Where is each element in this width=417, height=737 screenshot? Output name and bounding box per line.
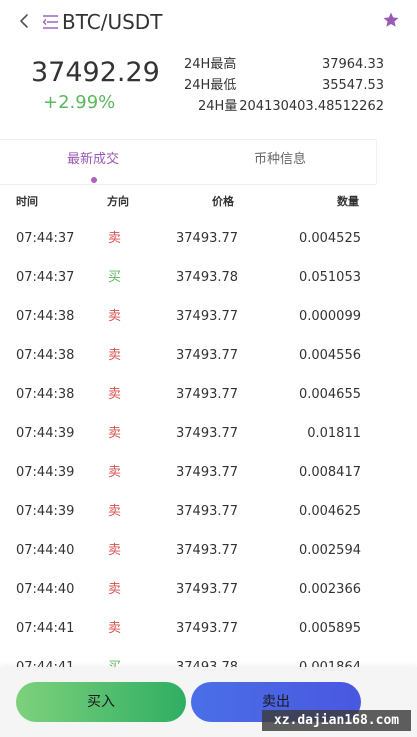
trade-time: 07:44:37 xyxy=(16,270,75,285)
trade-side: 卖 xyxy=(108,543,122,558)
trades-list[interactable]: 07:44:37 卖 37493.77 0.004525 07:44:37 买 … xyxy=(0,220,417,688)
column-header-side: 方向 xyxy=(107,195,129,208)
tab-coin-info[interactable]: 币种信息 xyxy=(254,150,306,170)
trade-qty: 0.004655 xyxy=(298,387,361,402)
trade-price: 37493.77 xyxy=(176,465,239,480)
trade-side: 买 xyxy=(108,270,122,285)
back-button[interactable] xyxy=(16,9,34,33)
trade-side: 卖 xyxy=(108,504,122,519)
trade-price: 37493.77 xyxy=(176,348,239,363)
trade-time: 07:44:40 xyxy=(16,543,75,558)
trade-side: 卖 xyxy=(108,465,122,480)
trade-qty: 0.008417 xyxy=(298,465,361,480)
trade-price: 37493.77 xyxy=(176,309,239,324)
last-price: 37492.29 xyxy=(31,57,160,88)
trade-time: 07:44:41 xyxy=(16,621,75,636)
volume-value: 204130403.48512262 xyxy=(239,99,384,114)
trade-qty: 0.004556 xyxy=(298,348,361,363)
trade-time: 07:44:40 xyxy=(16,582,75,597)
column-header-time: 时间 xyxy=(16,195,38,208)
volume-label: 24H量 xyxy=(198,99,238,114)
pair-title[interactable]: BTC/USDT xyxy=(62,9,162,35)
trade-time: 07:44:39 xyxy=(16,426,75,441)
header: BTC/USDT xyxy=(0,0,417,44)
trade-price: 37493.77 xyxy=(176,426,239,441)
tab-latest-trades[interactable]: 最新成交 xyxy=(67,150,119,170)
trade-qty: 0.004625 xyxy=(298,504,361,519)
trade-time: 07:44:39 xyxy=(16,465,75,480)
table-row: 07:44:37 卖 37493.77 0.004525 xyxy=(0,220,417,259)
trade-qty: 0.004525 xyxy=(298,231,361,246)
table-row: 07:44:40 卖 37493.77 0.002594 xyxy=(0,532,417,571)
table-row: 07:44:39 卖 37493.77 0.004625 xyxy=(0,493,417,532)
low-value: 35547.53 xyxy=(321,78,384,93)
trade-side: 卖 xyxy=(108,621,122,636)
summary-divider xyxy=(0,139,376,140)
table-row: 07:44:39 卖 37493.77 0.01811 xyxy=(0,415,417,454)
trade-price: 37493.77 xyxy=(176,543,239,558)
trade-price: 37493.78 xyxy=(176,270,239,285)
high-label: 24H最高 xyxy=(184,57,237,72)
trade-price: 37493.77 xyxy=(176,621,239,636)
trade-price: 37493.77 xyxy=(176,504,239,519)
table-row: 07:44:41 卖 37493.77 0.005895 xyxy=(0,610,417,649)
table-row: 07:44:39 卖 37493.77 0.008417 xyxy=(0,454,417,493)
table-row: 07:44:37 买 37493.78 0.051053 xyxy=(0,259,417,298)
star-icon xyxy=(383,12,399,27)
column-header-price: 价格 xyxy=(212,195,234,208)
column-header-qty: 数量 xyxy=(337,195,359,208)
trade-time: 07:44:38 xyxy=(16,309,75,324)
watermark: xz.dajian168.com xyxy=(262,710,411,731)
trade-qty: 0.051053 xyxy=(298,270,361,285)
price-change: +2.99% xyxy=(43,92,116,113)
table-row: 07:44:38 卖 37493.77 0.004655 xyxy=(0,376,417,415)
pair-menu-button[interactable] xyxy=(42,14,60,30)
trade-qty: 0.002594 xyxy=(298,543,361,558)
chevron-left-icon xyxy=(20,14,28,28)
table-row: 07:44:40 卖 37493.77 0.002366 xyxy=(0,571,417,610)
trade-side: 卖 xyxy=(108,387,122,402)
trade-side: 卖 xyxy=(108,231,122,246)
trade-side: 卖 xyxy=(108,348,122,363)
trade-qty: 0.005895 xyxy=(298,621,361,636)
trade-side: 卖 xyxy=(108,309,122,324)
trade-side: 卖 xyxy=(108,582,122,597)
high-value: 37964.33 xyxy=(321,57,384,72)
trade-time: 07:44:38 xyxy=(16,348,75,363)
trade-qty: 0.002366 xyxy=(298,582,361,597)
trade-qty: 0.01811 xyxy=(307,426,361,441)
tabs-edge-divider xyxy=(376,140,377,184)
table-row: 07:44:38 卖 37493.77 0.004556 xyxy=(0,337,417,376)
trade-time: 07:44:38 xyxy=(16,387,75,402)
active-tab-indicator xyxy=(91,177,97,183)
trade-qty: 0.000099 xyxy=(298,309,361,324)
trade-side: 卖 xyxy=(108,426,122,441)
favorite-button[interactable] xyxy=(382,11,400,29)
trade-time: 07:44:39 xyxy=(16,504,75,519)
app-screen: BTC/USDT 37492.29 +2.99% 24H最高 37964.33 … xyxy=(0,0,417,737)
table-row: 07:44:38 卖 37493.77 0.000099 xyxy=(0,298,417,337)
trade-price: 37493.77 xyxy=(176,582,239,597)
trade-time: 07:44:37 xyxy=(16,231,75,246)
menu-icon xyxy=(42,15,58,29)
buy-button[interactable]: 买入 xyxy=(16,682,186,722)
trade-price: 37493.77 xyxy=(176,231,239,246)
trade-price: 37493.77 xyxy=(176,387,239,402)
low-label: 24H最低 xyxy=(184,78,237,93)
tabs-divider xyxy=(0,184,376,185)
